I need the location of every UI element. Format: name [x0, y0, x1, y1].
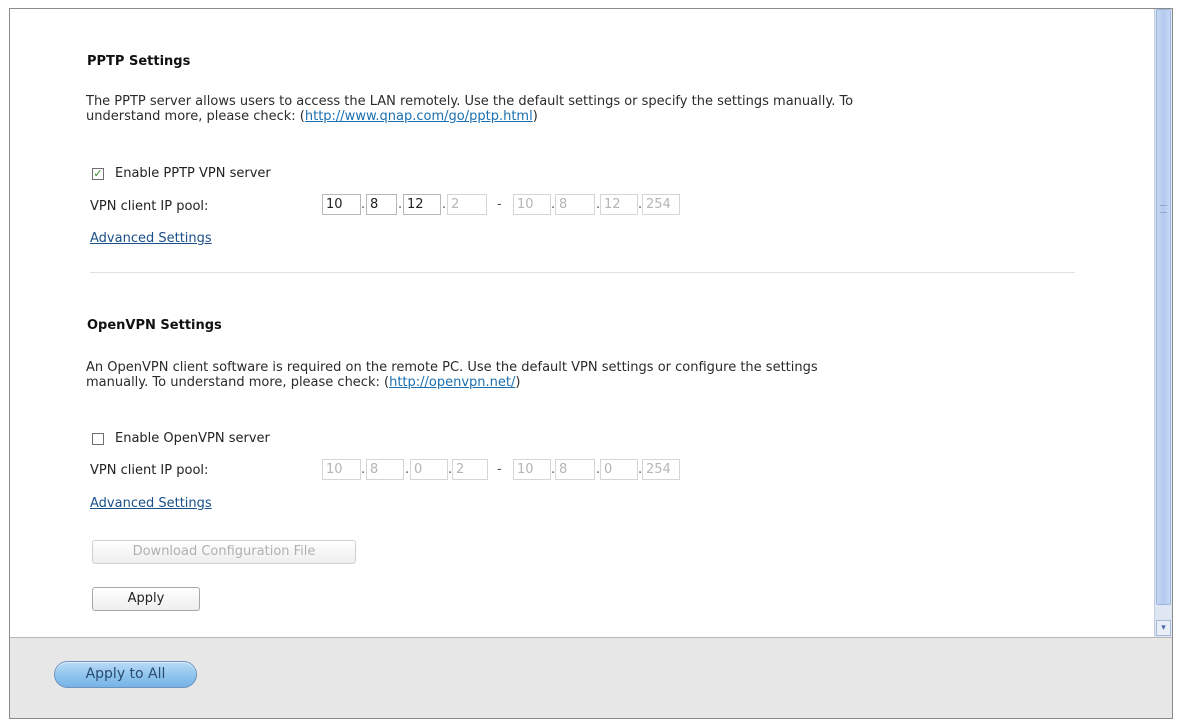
- pptp-pool-end-octet-2[interactable]: 8: [555, 194, 595, 215]
- pptp-desc-line1: The PPTP server allows users to access t…: [86, 94, 854, 109]
- openvpn-desc-suffix: ): [515, 375, 521, 390]
- range-dash: -: [497, 197, 502, 212]
- openvpn-desc-prefix: manually. To understand more, please che…: [86, 375, 390, 390]
- download-config-button[interactable]: Download Configuration File: [92, 540, 356, 564]
- openvpn-description: An OpenVPN client software is required o…: [86, 360, 1086, 390]
- openvpn-pool-end-octet-1[interactable]: 10: [513, 459, 551, 480]
- pptp-enable-label: Enable PPTP VPN server: [115, 166, 271, 181]
- openvpn-pool-start-octet-3[interactable]: 0: [410, 459, 448, 480]
- ip-dot: .: [405, 462, 410, 477]
- openvpn-pool-label: VPN client IP pool:: [90, 463, 209, 478]
- pptp-desc-prefix: understand more, please check: (: [86, 109, 305, 124]
- ip-dot: .: [398, 197, 403, 212]
- pptp-pool-end-octet-1[interactable]: 10: [513, 194, 551, 215]
- openvpn-pool-end-octet-3[interactable]: 0: [600, 459, 638, 480]
- pptp-description: The PPTP server allows users to access t…: [86, 94, 1086, 124]
- pptp-pool-label: VPN client IP pool:: [90, 199, 209, 214]
- footer-bar: Apply to All: [10, 637, 1172, 718]
- ip-dot: .: [361, 462, 366, 477]
- openvpn-desc-line1: An OpenVPN client software is required o…: [86, 360, 818, 375]
- section-divider: [90, 272, 1075, 273]
- pptp-pool-start-octet-1[interactable]: 10: [322, 194, 361, 215]
- scrollbar-thumb[interactable]: [1156, 9, 1171, 605]
- openvpn-pool-start-octet-2[interactable]: 8: [366, 459, 404, 480]
- apply-button[interactable]: Apply: [92, 587, 200, 611]
- pptp-pool-start-octet-2[interactable]: 8: [366, 194, 397, 215]
- scroll-down-arrow-icon[interactable]: ▾: [1156, 620, 1171, 636]
- pptp-advanced-settings-link[interactable]: Advanced Settings: [90, 231, 212, 246]
- pptp-pool-end-octet-4[interactable]: 254: [642, 194, 680, 215]
- content-area: PPTP Settings The PPTP server allows use…: [10, 9, 1155, 637]
- ip-dot: .: [361, 197, 366, 212]
- pptp-desc-line2: understand more, please check: (http://w…: [86, 109, 1086, 124]
- pptp-pool-start-octet-4[interactable]: 2: [447, 194, 487, 215]
- apply-to-all-button[interactable]: Apply to All: [54, 661, 197, 688]
- pptp-desc-suffix: ): [532, 109, 538, 124]
- pptp-enable-checkbox[interactable]: ✓: [92, 168, 104, 180]
- openvpn-enable-checkbox[interactable]: [92, 433, 104, 445]
- pptp-section-title: PPTP Settings: [87, 54, 191, 69]
- openvpn-enable-label: Enable OpenVPN server: [115, 431, 270, 446]
- openvpn-pool-start-octet-4[interactable]: 2: [452, 459, 488, 480]
- pptp-pool-start-octet-3[interactable]: 12: [403, 194, 441, 215]
- openvpn-pool-end-octet-4[interactable]: 254: [642, 459, 680, 480]
- openvpn-pool-start-octet-1[interactable]: 10: [322, 459, 361, 480]
- grip-icon: [1160, 205, 1167, 213]
- openvpn-advanced-settings-link[interactable]: Advanced Settings: [90, 496, 212, 511]
- pptp-help-link[interactable]: http://www.qnap.com/go/pptp.html: [305, 109, 533, 124]
- openvpn-pool-end-octet-2[interactable]: 8: [555, 459, 595, 480]
- settings-window: PPTP Settings The PPTP server allows use…: [9, 8, 1173, 719]
- check-mark-icon: ✓: [93, 167, 103, 180]
- range-dash: -: [497, 462, 502, 477]
- pptp-pool-end-octet-3[interactable]: 12: [600, 194, 638, 215]
- openvpn-help-link[interactable]: http://openvpn.net/: [389, 375, 515, 390]
- ip-dot: .: [442, 197, 447, 212]
- vertical-scrollbar[interactable]: ▾: [1154, 9, 1172, 637]
- openvpn-section-title: OpenVPN Settings: [87, 318, 222, 333]
- openvpn-desc-line2: manually. To understand more, please che…: [86, 375, 1086, 390]
